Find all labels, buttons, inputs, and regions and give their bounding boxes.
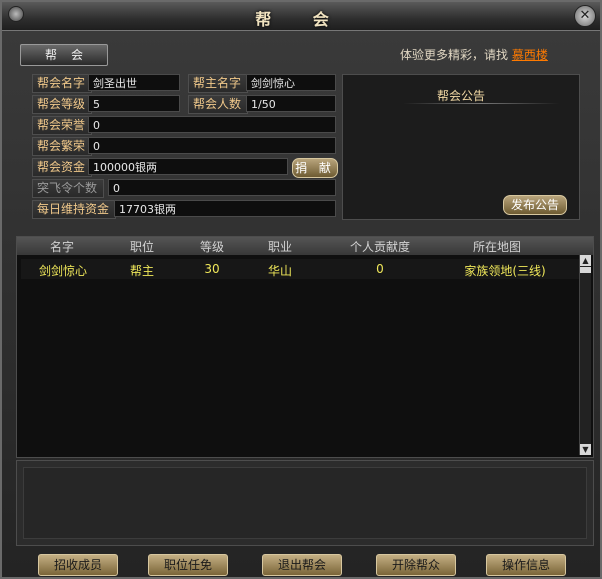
guild-name-label: 帮会名字	[32, 74, 92, 93]
operation-info-button[interactable]: 操作信息	[486, 554, 566, 576]
cell-map: 家族领地(三线)	[464, 264, 546, 278]
appoint-position-button[interactable]: 职位任免	[148, 554, 228, 576]
members-value: 1/50	[246, 95, 336, 112]
operation-log-panel	[16, 460, 594, 546]
guild-window: 帮 会 ✕ 帮会 体验更多精彩，请找 慕西楼 帮会名字 剑圣出世 帮主名字 剑剑…	[0, 0, 602, 579]
funds-label: 帮会资金	[32, 158, 92, 177]
breakthrough-value: 0	[108, 179, 336, 196]
leader-label: 帮主名字	[188, 74, 248, 93]
title-bar: 帮 会 ✕	[2, 2, 600, 31]
guild-notice-panel: 帮会公告 发布公告	[342, 74, 580, 220]
table-header: 名字 职位 等级 职业 个人贡献度 所在地图	[17, 237, 593, 255]
scroll-down-arrow-icon[interactable]: ▼	[580, 444, 591, 455]
notice-title: 帮会公告	[436, 89, 485, 103]
guild-info-panel: 帮会名字 剑圣出世 帮主名字 剑剑惊心 帮会等级 5 帮会人数 1/50 帮会荣…	[30, 72, 340, 220]
table-row[interactable]: 剑剑惊心 帮主 30 华山 0 家族领地(三线)	[21, 259, 581, 279]
header-map: 所在地图	[472, 240, 521, 254]
cell-contribution: 0	[376, 262, 384, 276]
prosperity-label: 帮会繁荣	[32, 137, 92, 156]
leader-value: 剑剑惊心	[246, 74, 336, 91]
honor-value: 0	[88, 116, 336, 133]
funds-value: 100000银两	[88, 158, 288, 175]
leave-guild-button[interactable]: 退出帮会	[262, 554, 342, 576]
level-value: 5	[88, 95, 180, 112]
donate-button[interactable]: 捐 献	[292, 158, 338, 178]
cell-name: 剑剑惊心	[38, 264, 87, 278]
level-label: 帮会等级	[32, 95, 92, 114]
recruit-member-button[interactable]: 招收成员	[38, 554, 118, 576]
header-name: 名字	[49, 240, 74, 254]
window-title: 帮 会	[255, 10, 347, 29]
cell-position: 帮主	[129, 264, 154, 278]
notice-divider	[403, 103, 559, 104]
npc-link[interactable]: 慕西楼	[512, 48, 548, 62]
guild-name-value: 剑圣出世	[88, 74, 180, 91]
members-label: 帮会人数	[188, 95, 248, 114]
header-class: 职业	[267, 240, 292, 254]
scroll-top-icon[interactable]	[580, 267, 591, 273]
publish-notice-button[interactable]: 发布公告	[503, 195, 567, 215]
header-level: 等级	[199, 240, 224, 254]
hint-text: 体验更多精彩，请找	[400, 48, 509, 62]
header-position: 职位	[129, 240, 154, 254]
npc-hint: 体验更多精彩，请找 慕西楼	[400, 46, 548, 63]
close-icon[interactable]: ✕	[574, 5, 596, 27]
expel-member-button[interactable]: 开除帮众	[376, 554, 456, 576]
upkeep-value: 17703银两	[114, 200, 336, 217]
tab-guild[interactable]: 帮会	[20, 44, 108, 66]
member-scrollbar[interactable]: ▲ ▼	[579, 255, 591, 455]
honor-label: 帮会荣誉	[32, 116, 92, 135]
prosperity-value: 0	[88, 137, 336, 154]
scroll-up-arrow-icon[interactable]: ▲	[580, 255, 591, 266]
cell-level: 30	[204, 262, 220, 276]
upkeep-label: 每日维持资金	[32, 200, 116, 219]
cell-class: 华山	[267, 264, 292, 278]
header-contribution: 个人贡献度	[349, 240, 410, 254]
breakthrough-label: 突飞令个数	[32, 179, 104, 198]
log-text-area	[23, 467, 587, 539]
member-table: 名字 职位 等级 职业 个人贡献度 所在地图 剑剑惊心 帮主 30 华山 0 家…	[16, 236, 594, 458]
